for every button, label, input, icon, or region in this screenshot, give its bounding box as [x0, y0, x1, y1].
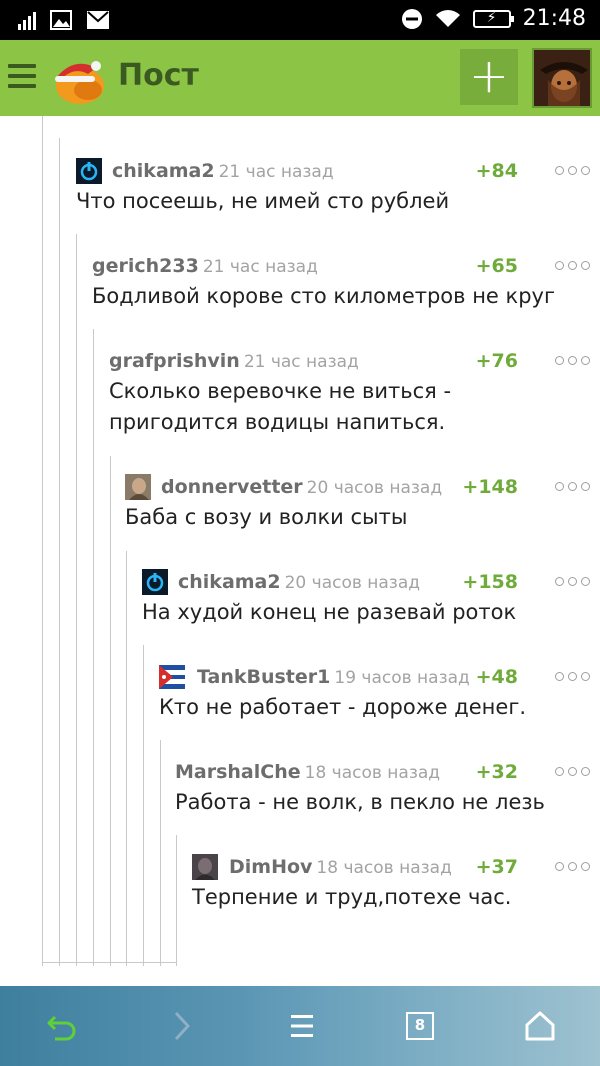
undo-arrow-icon: [47, 1015, 76, 1041]
comment-text: На худой конец не разевай роток: [142, 600, 517, 624]
comment-time: 21 час назад: [218, 162, 334, 182]
thread-line: [59, 138, 60, 966]
more-options-icon[interactable]: [555, 261, 590, 270]
cuba-flag-icon[interactable]: [159, 664, 185, 690]
comment-thread: chikama2 21 час назад +84 Что посеешь, не…: [0, 116, 600, 986]
photo-avatar-icon[interactable]: [192, 854, 218, 880]
comment-author[interactable]: gerich233 21 час назад: [92, 255, 318, 277]
status-bar: ⚡ 21:48: [0, 0, 600, 40]
power-avatar-icon[interactable]: [76, 158, 102, 184]
comment-text: Терпение и труд,потехе час.: [192, 885, 512, 909]
add-post-button[interactable]: +: [460, 49, 518, 105]
comment-score: +65: [475, 255, 518, 277]
tabs-count-icon: 8: [406, 1012, 434, 1040]
comment: chikama2 20 часов назад +158 На худой кон…: [142, 565, 600, 628]
more-options-icon[interactable]: [555, 672, 590, 681]
comment: TankBuster1 19 часов назад +48 Кто не раб…: [159, 660, 600, 723]
menu-icon[interactable]: [8, 64, 36, 88]
comment-score: +76: [475, 350, 518, 372]
comment-text: Баба с возу и волки сыты: [125, 505, 408, 529]
more-options-icon[interactable]: [555, 356, 590, 365]
comment-time: 20 часов назад: [284, 573, 421, 593]
comment: MarshalChe 18 часов назад +32 Работа - не…: [175, 755, 600, 818]
battery-icon: ⚡: [472, 9, 514, 28]
tabs-button[interactable]: 8: [400, 1006, 440, 1046]
power-avatar-icon[interactable]: [142, 569, 168, 595]
more-options-icon[interactable]: [555, 862, 590, 871]
back-button[interactable]: [40, 1006, 84, 1046]
comment-author[interactable]: chikama2 21 час назад: [112, 160, 334, 182]
comment-time: 18 часов назад: [316, 858, 452, 878]
comment-text: Сколько веревочке не виться - пригодится…: [109, 379, 452, 434]
chevron-right-icon: [174, 1011, 191, 1041]
user-avatar[interactable]: [532, 48, 592, 108]
comment-score: +158: [462, 571, 518, 593]
comment: grafprishvin 21 час назад +76 Сколько вер…: [109, 344, 600, 438]
more-options-icon[interactable]: [555, 767, 590, 776]
comment-time: 18 часов назад: [304, 763, 441, 783]
comment-time: 20 часов назад: [306, 478, 443, 498]
more-options-icon[interactable]: [555, 166, 590, 175]
forward-button[interactable]: [162, 1006, 202, 1046]
comment-time: 21 час назад: [243, 352, 359, 372]
app-bar: Пост +: [0, 40, 600, 116]
thread-line: [76, 234, 77, 966]
mail-icon: [87, 11, 109, 29]
comment-time: 19 часов назад: [334, 668, 470, 688]
more-options-icon[interactable]: [555, 577, 590, 586]
thread-line: [93, 329, 94, 966]
comment-text: Бодливой корове сто километров не круг: [92, 284, 556, 308]
thread-bottom-line: [42, 962, 176, 963]
image-notification-icon: [50, 10, 72, 30]
comment-author[interactable]: TankBuster1 19 часов назад: [197, 666, 470, 688]
comment-text: Кто не работает - дороже денег.: [159, 695, 527, 719]
comment-time: 21 час назад: [202, 257, 318, 277]
thread-line: [176, 835, 177, 966]
browser-bottom-bar: 8: [0, 986, 600, 1066]
comment-author[interactable]: MarshalChe 18 часов назад: [175, 761, 440, 783]
comment-score: +48: [475, 666, 518, 688]
comment-score: +37: [475, 856, 518, 878]
signal-icon: [18, 10, 36, 30]
page-title: Пост: [118, 58, 199, 93]
comment-text: Что посеешь, не имей сто рублей: [76, 189, 450, 213]
home-button[interactable]: [518, 1006, 562, 1046]
thread-line: [110, 456, 111, 966]
wifi-icon: [435, 9, 460, 27]
photo-avatar-icon[interactable]: [125, 474, 151, 500]
pikabu-logo-icon[interactable]: [50, 52, 106, 106]
comment-author[interactable]: DimHov 18 часов назад: [229, 856, 452, 878]
do-not-disturb-icon: [401, 8, 422, 29]
comment: DimHov 18 часов назад +37 Терпение и труд…: [192, 850, 600, 913]
comment-author[interactable]: grafprishvin 21 час назад: [109, 350, 359, 372]
status-time: 21:48: [522, 6, 586, 31]
comment: gerich233 21 час назад +65 Бодливой коров…: [92, 249, 600, 312]
more-options-icon[interactable]: [555, 482, 590, 491]
thread-line: [42, 116, 43, 966]
menu-lines-icon: [291, 1015, 313, 1037]
comment-score: +84: [475, 160, 518, 182]
thread-line: [126, 551, 127, 966]
home-icon: [525, 1011, 555, 1041]
comment-score: +32: [475, 761, 518, 783]
comment-author[interactable]: donnervetter 20 часов назад: [161, 476, 442, 498]
comment-author[interactable]: chikama2 20 часов назад: [178, 571, 420, 593]
thread-line: [143, 645, 144, 966]
comment-score: +148: [462, 476, 518, 498]
comment: donnervetter 20 часов назад +148 Баба с в…: [125, 470, 600, 533]
thread-line: [160, 740, 161, 966]
comment-text: Работа - не волк, в пекло не лезь: [175, 790, 545, 814]
menu-button[interactable]: [280, 1006, 324, 1046]
comment: chikama2 21 час назад +84 Что посеешь, не…: [76, 154, 600, 217]
